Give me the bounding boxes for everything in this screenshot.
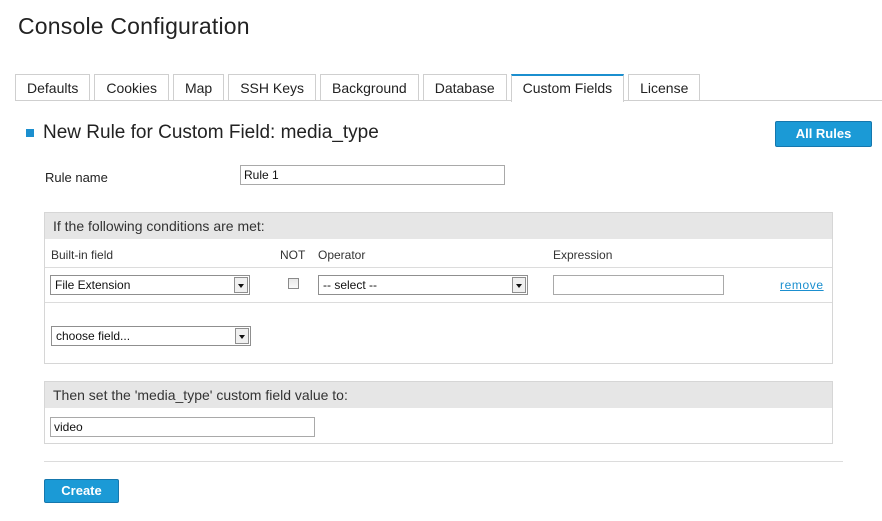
operator-select[interactable]: -- select -- (318, 275, 528, 295)
tab-custom-fields[interactable]: Custom Fields (510, 74, 625, 102)
builtin-field-select[interactable]: File Extension (50, 275, 250, 295)
column-expression: Expression (553, 248, 613, 262)
tab-bar: Defaults Cookies Map SSH Keys Background… (15, 74, 704, 102)
row-divider (45, 302, 832, 303)
remove-condition-link[interactable]: remove (780, 278, 824, 292)
column-not: NOT (280, 248, 306, 262)
chevron-down-icon (234, 277, 248, 293)
section-title: New Rule for Custom Field: media_type (43, 122, 379, 143)
column-builtin-field: Built-in field (51, 248, 114, 262)
tab-background[interactable]: Background (320, 74, 419, 101)
expression-input[interactable] (553, 275, 724, 295)
action-header: Then set the 'media_type' custom field v… (45, 382, 832, 408)
action-panel: Then set the 'media_type' custom field v… (44, 381, 833, 444)
chevron-down-icon (512, 277, 526, 293)
tab-license[interactable]: License (628, 74, 701, 101)
divider (44, 461, 843, 462)
column-operator: Operator (318, 248, 366, 262)
row-divider (45, 267, 832, 268)
tab-ssh-keys[interactable]: SSH Keys (228, 74, 316, 101)
page-title: Console Configuration (18, 13, 250, 39)
builtin-field-value: File Extension (55, 278, 131, 292)
tab-defaults[interactable]: Defaults (15, 74, 91, 101)
rule-name-input[interactable]: Rule 1 (240, 165, 505, 185)
conditions-panel: If the following conditions are met: Bui… (44, 212, 833, 364)
field-value-input[interactable]: video (50, 417, 315, 437)
operator-value: -- select -- (323, 278, 377, 292)
tab-database[interactable]: Database (422, 74, 507, 101)
choose-field-select[interactable]: choose field... (51, 326, 251, 346)
bullet-square-icon (26, 129, 34, 137)
conditions-header: If the following conditions are met: (45, 213, 832, 239)
chevron-down-icon (235, 328, 249, 344)
tab-map[interactable]: Map (172, 74, 225, 101)
rule-name-label: Rule name (45, 170, 108, 185)
all-rules-button[interactable]: All Rules (775, 121, 872, 147)
choose-field-value: choose field... (56, 329, 131, 343)
not-checkbox[interactable] (288, 278, 299, 289)
create-button[interactable]: Create (44, 479, 119, 503)
tab-cookies[interactable]: Cookies (94, 74, 169, 101)
tab-divider (15, 100, 882, 101)
